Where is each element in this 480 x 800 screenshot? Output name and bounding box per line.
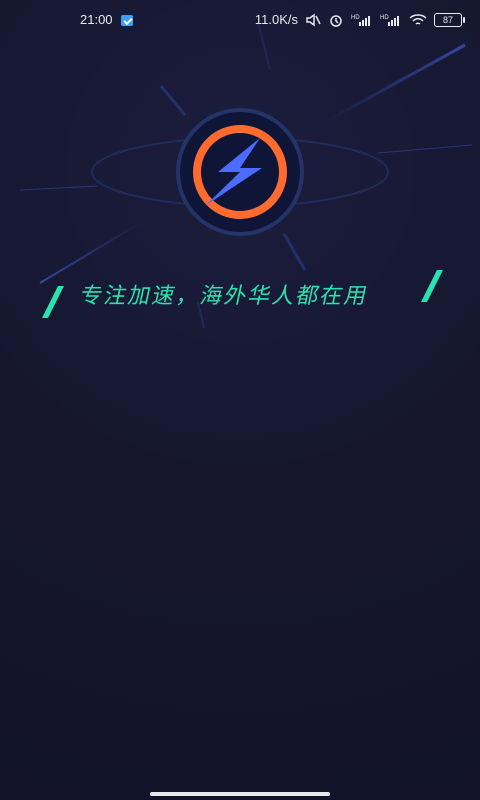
splash-art [19, 21, 473, 329]
splash-screen: 专注加速，海外华人都在用 [0, 0, 480, 800]
lightning-bolt-in-orange-ring [176, 108, 304, 236]
tagline-left-slash [42, 286, 64, 318]
decorative-streak [377, 144, 473, 154]
tagline-right-slash [421, 270, 443, 302]
decorative-streak [282, 233, 307, 271]
decorative-streak [159, 85, 187, 116]
decorative-streak [324, 43, 466, 124]
decorative-streak [19, 185, 99, 191]
tagline-text: 专注加速，海外华人都在用 [77, 283, 372, 308]
decorative-streak [39, 221, 143, 284]
decorative-streak [257, 21, 271, 71]
home-indicator[interactable] [150, 792, 330, 796]
